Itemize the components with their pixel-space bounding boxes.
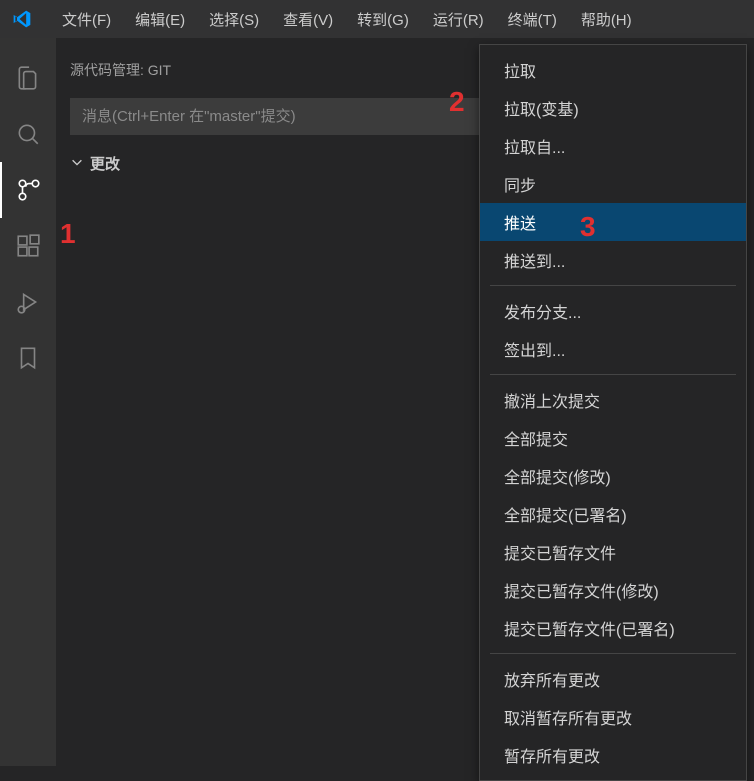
menu-option[interactable]: 拉取自... bbox=[480, 127, 746, 165]
menu-option[interactable]: 提交已暂存文件(修改) bbox=[480, 571, 746, 609]
menu-file[interactable]: 文件(F) bbox=[50, 9, 123, 30]
changes-label: 更改 bbox=[90, 153, 120, 174]
scm-title: 源代码管理: GIT bbox=[70, 60, 171, 80]
menu-separator bbox=[490, 285, 736, 286]
menu-option[interactable]: 取消暂存所有更改 bbox=[480, 698, 746, 736]
menu-option[interactable]: 同步 bbox=[480, 165, 746, 203]
menu-option[interactable]: 全部提交(修改) bbox=[480, 457, 746, 495]
menu-option[interactable]: 全部提交 bbox=[480, 419, 746, 457]
activity-bar bbox=[0, 38, 56, 766]
menu-terminal[interactable]: 终端(T) bbox=[496, 9, 569, 30]
menu-help[interactable]: 帮助(H) bbox=[569, 9, 644, 30]
menu-option[interactable]: 全部提交(已署名) bbox=[480, 495, 746, 533]
chevron-down-icon bbox=[70, 155, 84, 173]
source-control-icon[interactable] bbox=[0, 162, 56, 218]
menu-option[interactable]: 推送 bbox=[480, 203, 746, 241]
menu-separator bbox=[490, 374, 736, 375]
menu-option[interactable]: 拉取 bbox=[480, 51, 746, 89]
menu-view[interactable]: 查看(V) bbox=[271, 9, 345, 30]
menu-run[interactable]: 运行(R) bbox=[421, 9, 496, 30]
menu-option[interactable]: 签出到... bbox=[480, 330, 746, 368]
menu-option[interactable]: 提交已暂存文件(已署名) bbox=[480, 609, 746, 647]
menu-separator bbox=[490, 653, 736, 654]
menu-option[interactable]: 提交已暂存文件 bbox=[480, 533, 746, 571]
scm-context-menu: 拉取拉取(变基)拉取自...同步推送推送到... 发布分支...签出到... 撤消上… bbox=[479, 44, 747, 781]
vscode-logo-icon bbox=[12, 9, 32, 29]
explorer-icon[interactable] bbox=[0, 50, 56, 106]
menu-option[interactable]: 拉取(变基) bbox=[480, 89, 746, 127]
menu-edit[interactable]: 编辑(E) bbox=[123, 9, 197, 30]
title-bar: 文件(F) 编辑(E) 选择(S) 查看(V) 转到(G) 运行(R) 终端(T… bbox=[0, 0, 754, 38]
menu-selection[interactable]: 选择(S) bbox=[197, 9, 271, 30]
menu-option[interactable]: 放弃所有更改 bbox=[480, 660, 746, 698]
menu-go[interactable]: 转到(G) bbox=[345, 9, 421, 30]
extensions-icon[interactable] bbox=[0, 218, 56, 274]
run-debug-icon[interactable] bbox=[0, 274, 56, 330]
menu-option[interactable]: 推送到... bbox=[480, 241, 746, 279]
bookmark-icon[interactable] bbox=[0, 330, 56, 386]
menu-option[interactable]: 发布分支... bbox=[480, 292, 746, 330]
menu-option[interactable]: 撤消上次提交 bbox=[480, 381, 746, 419]
menu-option[interactable]: 暂存所有更改 bbox=[480, 736, 746, 774]
search-icon[interactable] bbox=[0, 106, 56, 162]
